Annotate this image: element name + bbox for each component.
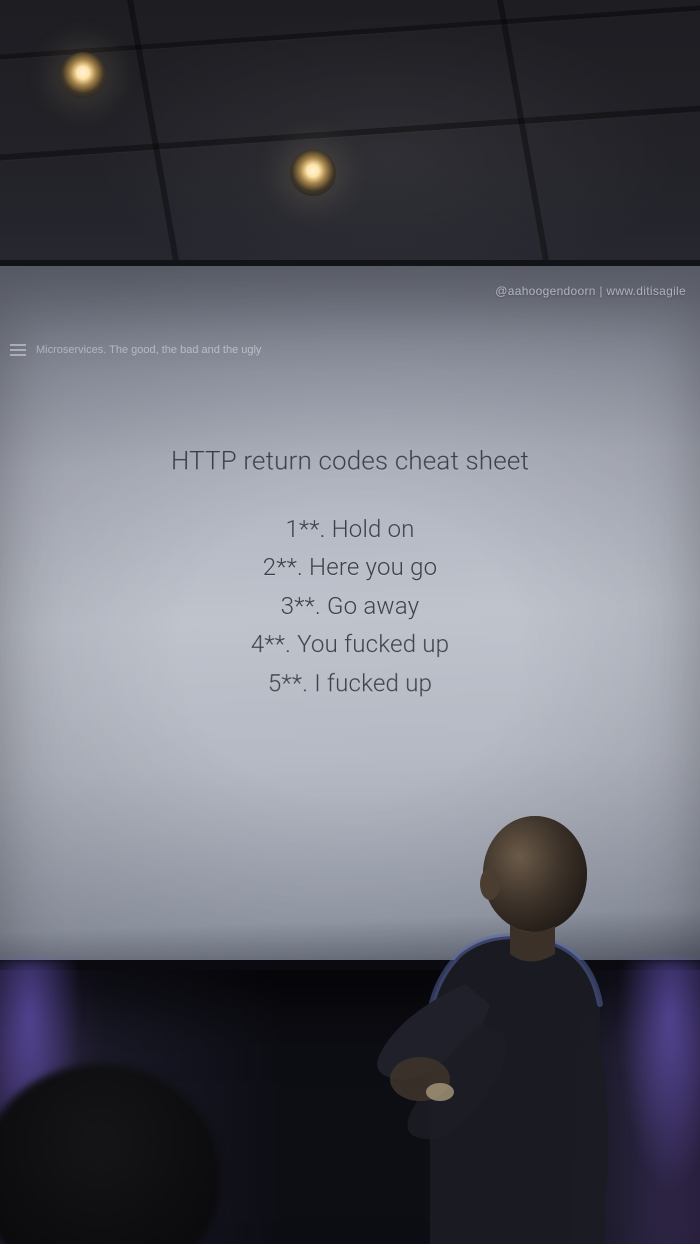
ceiling-tile-line (127, 0, 179, 260)
slide-body: HTTP return codes cheat sheet 1**. Hold … (0, 447, 700, 703)
code-line: 4**. You fucked up (0, 625, 700, 664)
stage-light-right (610, 960, 700, 1240)
ceiling-tile-line (0, 106, 700, 161)
speaker-handle: @aahoogendoorn | www.ditisagile (495, 284, 686, 298)
ceiling-tile-line (497, 0, 549, 260)
ceiling-downlight (290, 150, 336, 196)
code-line: 1**. Hold on (0, 510, 699, 548)
hamburger-icon (10, 344, 26, 356)
projection-screen: @aahoogendoorn | www.ditisagile Microser… (0, 260, 700, 966)
ceiling-downlight (60, 52, 106, 98)
slide-subbar: Microservices. The good, the bad and the… (0, 344, 700, 356)
conference-photo: @aahoogendoorn | www.ditisagile Microser… (0, 0, 700, 1244)
ceiling (0, 0, 700, 260)
slide-title: HTTP return codes cheat sheet (1, 447, 699, 477)
talk-title: Microservices. The good, the bad and the… (36, 344, 261, 356)
slide-topbar: @aahoogendoorn | www.ditisagile (0, 284, 700, 298)
http-codes-list: 1**. Hold on 2**. Here you go 3**. Go aw… (0, 510, 700, 702)
code-line: 5**. I fucked up (0, 664, 700, 703)
code-line: 3**. Go away (0, 587, 700, 625)
code-line: 2**. Here you go (0, 548, 700, 586)
ceiling-tile-line (0, 6, 700, 60)
